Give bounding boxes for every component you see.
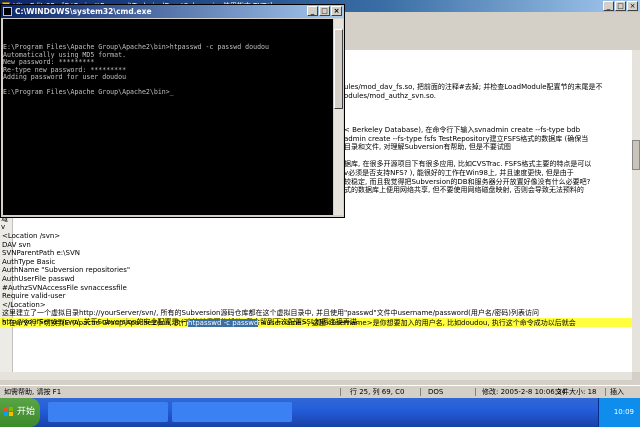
cmd-title-bar[interactable]: C:\WINDOWS\system32\cmd.exe _ □ ×: [1, 5, 344, 18]
editor-line[interactable]: admin create --fs-type fsfs TestReposito…: [344, 135, 588, 144]
editor-line[interactable]: 这里建立了一个虚拟目录http://yourServer/svn/, 所有的Su…: [2, 309, 539, 317]
status-help: 如需帮助, 请按 F1: [4, 388, 62, 396]
console-line: Adding password for user doudou: [3, 73, 127, 81]
taskbar-item-ultraedit[interactable]: [48, 402, 168, 422]
taskbar: 开始 10:09: [0, 398, 640, 427]
start-button[interactable]: 开始: [0, 398, 40, 427]
editor-line[interactable]: AuthType Basic: [2, 258, 55, 266]
editor-line[interactable]: odules/mod_authz_svn.so.: [344, 92, 436, 101]
minimize-button[interactable]: _: [603, 1, 614, 11]
maximize-button[interactable]: □: [615, 1, 626, 11]
editor-line[interactable]: </Location>: [2, 301, 46, 309]
editor-line[interactable]: 较稳定, 而且我觉得把Subversion的DB和服务器分开放置好像没有什么必要…: [344, 178, 590, 187]
editor-vertical-scrollbar[interactable]: [632, 50, 640, 372]
cmd-scroll-thumb[interactable]: [334, 29, 343, 109]
editor-line[interactable]: #AuthzSVNAccessFile svnaccessfile: [2, 284, 127, 292]
close-button[interactable]: ×: [627, 1, 638, 11]
editor-line[interactable]: DAV svn: [2, 241, 31, 249]
status-insert-mode: 插入: [610, 388, 624, 396]
editor-line[interactable]: 据库, 在很多开源项目下有很多应用, 比如CVSTrac. FSFS格式主要的特…: [344, 160, 591, 169]
cmd-window-title: C:\WINDOWS\system32\cmd.exe: [15, 7, 152, 16]
console-line: E:\Program Files\Apache Group\Apache2\bi…: [3, 88, 174, 96]
status-position: 行 25, 列 69, C0: [350, 388, 405, 396]
editor-line[interactable]: <Location /svn>: [2, 232, 60, 240]
cmd-icon: [3, 7, 12, 16]
status-bar: 如需帮助, 请按 F1 行 25, 列 69, C0 DOS 修改: 2005-…: [0, 385, 640, 398]
windows-flag-icon: [4, 407, 14, 417]
editor-line[interactable]: v必须是否支持NFS? ), 能很好的工作在Win98上, 并且速度更快, 但是…: [344, 169, 574, 178]
editor-line[interactable]: AuthUserFile passwd: [2, 275, 75, 283]
editor-line-current[interactable]: 5.在命令行下切换到E:\Apache Group\Apache2\bin, 执…: [2, 319, 576, 327]
editor-line[interactable]: 目录和文件, 对理解Subversion有帮助, 但是不要试图: [344, 143, 511, 152]
gutter-mark: v: [1, 223, 6, 232]
editor-line[interactable]: AuthName "Subversion repositories": [2, 266, 130, 274]
cmd-window[interactable]: C:\WINDOWS\system32\cmd.exe _ □ × E:\Pro…: [0, 4, 345, 218]
status-file-size: 文件大小: 18: [555, 388, 597, 396]
editor-line[interactable]: 式的数据库上便用网络共享, 但不要使用网络磁盘映射, 否则会导致无法预料的: [344, 186, 584, 195]
editor-text-run: 5.在命令行下切换到E:\Apache Group\Apache2\bin, 执…: [2, 319, 189, 327]
editor-horizontal-scrollbar[interactable]: [0, 372, 632, 380]
cmd-minimize-button[interactable]: _: [307, 6, 318, 16]
cmd-close-button[interactable]: ×: [331, 6, 342, 16]
scroll-thumb[interactable]: [632, 140, 640, 170]
clock[interactable]: 10:09: [614, 408, 634, 416]
status-line-ending: DOS: [428, 388, 444, 396]
start-label: 开始: [17, 407, 36, 417]
cmd-maximize-button[interactable]: □: [319, 6, 330, 16]
taskbar-item-cmd[interactable]: [172, 402, 292, 422]
editor-line[interactable]: < Berkeley Database), 在命令行下输入svnadmin cr…: [344, 126, 580, 135]
text-selection: htpasswd -c passwd: [188, 319, 259, 327]
editor-line[interactable]: SVNParentPath e:\SVN: [2, 249, 80, 257]
editor-text-run: <username>, 这里<username>是你想要加入的用户名, 比如do…: [258, 319, 576, 327]
system-tray: 10:09: [598, 398, 640, 427]
cmd-console[interactable]: E:\Program Files\Apache Group\Apache2\bi…: [3, 19, 333, 215]
cmd-scrollbar[interactable]: [334, 19, 343, 215]
status-modified: 修改: 2005-2-8 10:06:34: [482, 388, 567, 396]
editor-line[interactable]: Require valid-user: [2, 292, 66, 300]
editor-line[interactable]: ules/mod_dav_fs.so, 把前面的注释#去掉; 并检查LoadMo…: [344, 83, 603, 92]
